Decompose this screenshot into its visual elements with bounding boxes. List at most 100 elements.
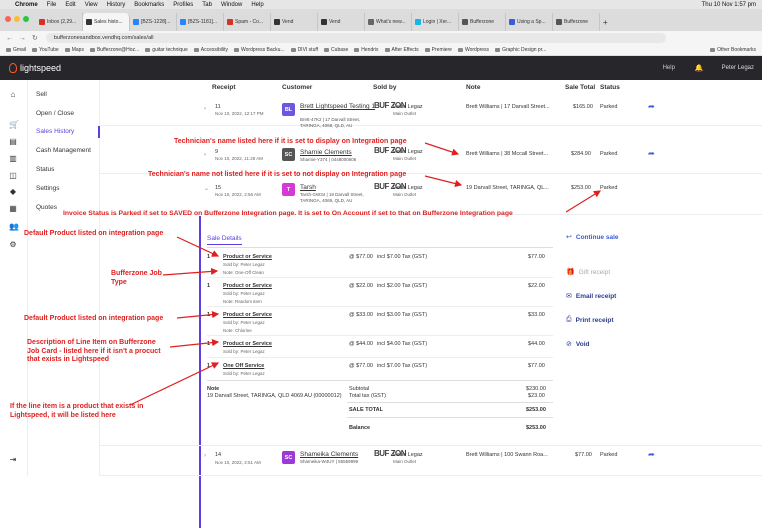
browser-tab[interactable]: Inbox (2,29... [36, 13, 83, 31]
browser-tab[interactable]: Using a Sp... [506, 13, 553, 31]
chevron-right-icon[interactable]: › [204, 152, 206, 158]
customer-name-link[interactable]: Shameika Clements [300, 451, 358, 458]
share-icon[interactable]: ➦ [648, 149, 655, 158]
customer-name-link[interactable]: Tarsh [300, 184, 316, 191]
browser-tab[interactable]: Bufferzone [553, 13, 600, 31]
menu-edit[interactable]: Edit [65, 2, 75, 8]
menu-help[interactable]: Help [251, 2, 263, 8]
setup-icon[interactable]: ▦ [9, 205, 17, 213]
table-row[interactable]: › 9 Nov 10, 2022, 11:28 AM SC Sharnie Cl… [100, 142, 762, 174]
bookmark-item[interactable]: Hendrix [354, 47, 378, 53]
sidebar-item-sell[interactable]: Sell [36, 91, 47, 98]
col-customer[interactable]: Customer [282, 84, 312, 91]
new-tab-button[interactable]: + [600, 13, 614, 31]
status-badge: Parked [600, 104, 618, 110]
chevron-down-icon[interactable]: ⌄ [204, 185, 209, 192]
bookmark-item[interactable]: Wordpress Backu... [234, 47, 285, 53]
share-icon[interactable]: ➦ [648, 450, 655, 459]
browser-tab[interactable]: Vend [271, 13, 318, 31]
browser-tab[interactable]: [BZS-1228]... [130, 13, 177, 31]
sidebar-item-open-close[interactable]: Open / Close [36, 110, 74, 117]
chevron-right-icon[interactable]: › [204, 106, 206, 112]
menu-window[interactable]: Window [221, 2, 242, 8]
browser-tab[interactable]: [BZS-1181]... [177, 13, 224, 31]
bookmark-item[interactable]: Premiere [425, 47, 452, 53]
sidebar-item-quotes[interactable]: Quotes [36, 204, 57, 211]
bookmark-item[interactable]: Cubase [324, 47, 348, 53]
bookmark-item[interactable]: Bufferzone@Hoz... [90, 47, 139, 53]
bookmark-item[interactable]: After Effects [385, 47, 419, 53]
menu-file[interactable]: File [47, 2, 57, 8]
forward-icon[interactable]: → [19, 35, 26, 42]
bookmark-item[interactable]: YouTube [32, 47, 59, 53]
app-menu[interactable]: Chrome [15, 2, 38, 8]
email-receipt-button[interactable]: ✉ Email receipt [566, 292, 616, 301]
gear-icon[interactable]: ⚙ [9, 241, 17, 249]
col-status[interactable]: Status [600, 84, 620, 91]
close-window-icon[interactable] [5, 16, 11, 22]
sidebar-item-settings[interactable]: Settings [36, 185, 60, 192]
line-product-link[interactable]: Product or Service [223, 254, 272, 260]
lightspeed-logo[interactable]: lightspeed [9, 63, 61, 73]
bookmark-item[interactable]: Gmail [6, 47, 26, 53]
line-product-link[interactable]: Product or Service [223, 312, 272, 318]
menu-bookmarks[interactable]: Bookmarks [134, 2, 164, 8]
browser-tab[interactable]: Login | Xer... [412, 13, 459, 31]
other-bookmarks[interactable]: Other Bookmarks [710, 47, 756, 53]
help-link[interactable]: Help [663, 65, 675, 71]
reload-icon[interactable]: ↻ [32, 34, 38, 42]
bookmark-item[interactable]: Accessibility [194, 47, 228, 53]
cart-icon[interactable]: 🛒 [9, 121, 19, 129]
line-sold-by: Sold by: Peter Legaz [223, 262, 265, 267]
products-icon[interactable]: ◫ [9, 172, 17, 180]
browser-tab[interactable]: Bufferzone [459, 13, 506, 31]
back-icon[interactable]: ← [6, 35, 13, 42]
print-receipt-button[interactable]: ⎙ Print receipt [566, 316, 614, 324]
gift-receipt-button[interactable]: 🎁 Gift receipt [566, 268, 610, 277]
customer-name-link[interactable]: Sharnie Clements [300, 149, 352, 156]
sidebar-item-cash-management[interactable]: Cash Management [36, 147, 91, 154]
tab-sale-details[interactable]: Sale Details [207, 235, 242, 245]
customer-name-link[interactable]: Brett Lightspeed Testing 1 [300, 103, 375, 110]
annotation-technician-hidden: Technician's name not listed here if it … [148, 171, 407, 178]
void-button[interactable]: ⊘ Void [566, 340, 589, 349]
customers-icon[interactable]: 👥 [9, 223, 19, 231]
tag-icon[interactable]: ◆ [9, 188, 17, 196]
line-product-link[interactable]: One Off Service [223, 363, 264, 369]
menu-view[interactable]: View [85, 2, 98, 8]
browser-tab[interactable]: What's new... [365, 13, 412, 31]
catalog-icon[interactable]: ▤ [9, 138, 17, 146]
line-product-link[interactable]: Product or Service [223, 341, 272, 347]
user-menu[interactable]: Peter Legaz [722, 65, 754, 71]
line-product-link[interactable]: Product or Service [223, 283, 272, 289]
expand-sidebar-icon[interactable]: ⇥ [9, 456, 17, 464]
col-sold-by[interactable]: Sold by [373, 84, 396, 91]
bookmark-item[interactable]: Graphic Design pr... [495, 47, 546, 53]
menu-tab[interactable]: Tab [202, 2, 212, 8]
share-icon[interactable]: ➦ [648, 102, 655, 111]
maximize-window-icon[interactable] [23, 16, 29, 22]
reports-icon[interactable]: ▥ [9, 155, 17, 163]
minimize-window-icon[interactable] [14, 16, 20, 22]
chevron-right-icon[interactable]: › [204, 453, 206, 459]
col-note[interactable]: Note [466, 84, 480, 91]
menu-history[interactable]: History [107, 2, 126, 8]
browser-tab-active[interactable]: Sales histo... [83, 13, 130, 31]
sidebar-item-status[interactable]: Status [36, 166, 54, 173]
bell-icon[interactable]: 🔔 [695, 64, 704, 72]
table-row[interactable]: › 11 Nov 10, 2022, 12:17 PM BL Brett Lig… [100, 96, 762, 128]
table-row[interactable]: › 14 Nov 10, 2022, 2:51 AM SC Shameika C… [100, 445, 762, 476]
col-sale-total[interactable]: Sale Total [565, 84, 595, 91]
sidebar-item-sales-history[interactable]: Sales History [28, 126, 100, 138]
browser-tab[interactable]: Vend [318, 13, 365, 31]
bookmark-item[interactable]: Wordpress [458, 47, 489, 53]
home-icon[interactable]: ⌂ [9, 91, 17, 99]
menu-profiles[interactable]: Profiles [173, 2, 193, 8]
continue-sale-button[interactable]: ↩ Continue sale [566, 233, 619, 242]
bookmark-item[interactable]: DIVI stuff [291, 47, 318, 53]
url-field[interactable]: bufferzonesandbox.vendhq.com/sales/all [45, 33, 666, 43]
bookmark-item[interactable]: guitar technique [145, 47, 188, 53]
browser-tab[interactable]: Spam - Co... [224, 13, 271, 31]
col-receipt[interactable]: Receipt [212, 84, 235, 91]
bookmark-item[interactable]: Maps [65, 47, 84, 53]
